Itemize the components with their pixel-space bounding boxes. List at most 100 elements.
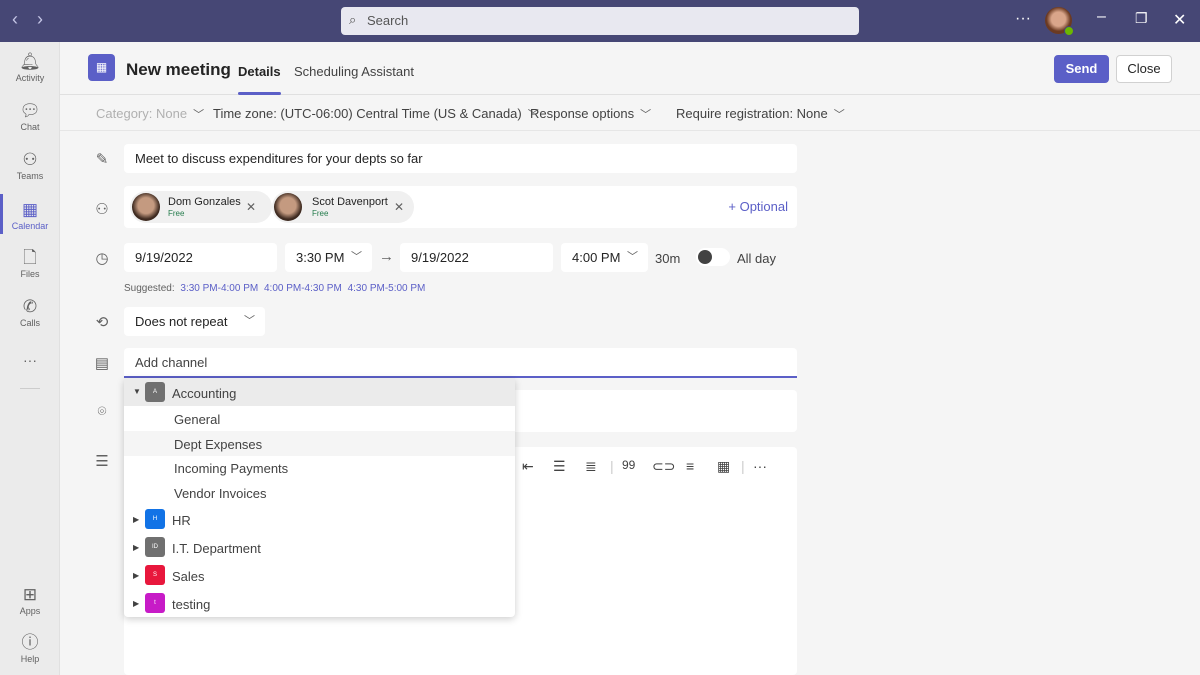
sidebar-item-apps[interactable]: ⊞ Apps <box>0 585 60 616</box>
sidebar-item-files[interactable]: 🗋 Files <box>0 248 60 279</box>
bell-icon: 🔔︎ <box>19 52 41 71</box>
sidebar-item-teams[interactable]: ⚇ Teams <box>0 150 60 181</box>
optional-attendees-link[interactable]: + Optional <box>728 192 788 221</box>
attendee-status: Free <box>168 209 185 218</box>
caret-down-icon: ▼ <box>133 387 141 396</box>
file-icon: 🗋 <box>23 248 37 267</box>
repeat-dropdown[interactable]: Does not repeat ﹀ <box>124 307 265 336</box>
title-bar: ‹ › ⌕ Search ··· – ❐ ✕ <box>0 0 1200 42</box>
decrease-indent-icon[interactable]: ⇤ <box>522 458 534 475</box>
suggested-time-link[interactable]: 4:30 PM-5:00 PM <box>348 283 426 294</box>
forward-icon[interactable]: › <box>37 9 43 30</box>
close-button[interactable]: Close <box>1116 55 1172 83</box>
team-avatar: ID <box>145 537 165 557</box>
add-channel-input[interactable]: Add channel <box>124 348 797 378</box>
details-icon: ☰ <box>95 453 109 470</box>
suggested-time-link[interactable]: 3:30 PM-4:00 PM <box>180 283 258 294</box>
chevron-down-icon: ﹀ <box>627 251 638 263</box>
channel-name: Dept Expenses <box>174 437 263 452</box>
divider <box>60 130 1200 131</box>
bulleted-list-icon[interactable]: ☰ <box>553 458 566 475</box>
channel-item[interactable]: Incoming Payments <box>124 456 515 481</box>
apps-icon: ⊞ <box>22 585 38 604</box>
minimize-icon[interactable]: – <box>1097 8 1106 26</box>
more-formatting-icon[interactable]: ··· <box>753 458 767 474</box>
arrow-right-icon: → <box>379 248 394 265</box>
phone-icon: ✆ <box>22 297 38 316</box>
table-icon[interactable]: ▦ <box>717 458 730 475</box>
back-icon[interactable]: ‹ <box>12 9 18 30</box>
restore-icon[interactable]: ❐ <box>1135 10 1148 27</box>
remove-icon[interactable]: ✕ <box>394 200 404 214</box>
calendar-icon: ▦ <box>21 200 39 219</box>
close-window-icon[interactable]: ✕ <box>1173 10 1186 30</box>
more-apps-button[interactable]: ··· <box>0 352 60 368</box>
tab-scheduling-assistant[interactable]: Scheduling Assistant <box>294 64 414 79</box>
align-icon[interactable]: ≡ <box>686 458 694 474</box>
end-date-input[interactable]: 9/19/2022 <box>400 243 553 272</box>
attendee-status: Free <box>312 209 329 218</box>
channel-item[interactable]: Vendor Invoices <box>124 481 515 506</box>
category-label: Category: None <box>96 106 188 121</box>
caret-right-icon: ▶ <box>133 599 140 608</box>
all-day-toggle[interactable] <box>696 248 730 266</box>
suggested-times: Suggested: 3:30 PM-4:00 PM 4:00 PM-4:30 … <box>124 283 425 294</box>
caret-right-icon: ▶ <box>133 571 140 580</box>
numbered-list-icon[interactable]: ≣ <box>585 458 597 475</box>
sidebar-label: Calendar <box>11 221 49 231</box>
divider: | <box>741 458 745 474</box>
end-time-value: 4:00 PM <box>572 250 621 265</box>
team-avatar: S <box>145 565 165 585</box>
team-avatar: A <box>145 382 165 402</box>
chevron-down-icon: ﹀ <box>351 251 362 263</box>
pencil-icon: ✎ <box>95 151 109 168</box>
more-options-icon[interactable]: ··· <box>1015 10 1031 28</box>
team-item-hr[interactable]: ▶ H HR <box>124 506 515 534</box>
suggested-time-link[interactable]: 4:00 PM-4:30 PM <box>264 283 342 294</box>
channel-icon: ▤ <box>94 355 110 372</box>
timezone-label: Time zone: (UTC-06:00) Central Time (US … <box>213 106 522 121</box>
sidebar-item-calls[interactable]: ✆ Calls <box>0 297 60 328</box>
channel-item[interactable]: Dept Expenses <box>124 431 515 456</box>
category-dropdown[interactable]: Category: None ﹀ <box>96 106 204 122</box>
send-button[interactable]: Send <box>1054 55 1109 83</box>
start-date-input[interactable]: 9/19/2022 <box>124 243 277 272</box>
channel-name: General <box>174 412 221 427</box>
avatar <box>132 193 160 221</box>
help-icon: ⓘ <box>21 633 39 652</box>
search-input[interactable]: ⌕ Search <box>341 7 859 35</box>
tab-details[interactable]: Details <box>238 64 281 95</box>
team-item-sales[interactable]: ▶ S Sales <box>124 562 515 590</box>
channel-name: Vendor Invoices <box>174 486 267 501</box>
search-placeholder: Search <box>367 13 409 28</box>
remove-icon[interactable]: ✕ <box>246 200 256 214</box>
attendee-chip[interactable]: Scot Davenport Free ✕ <box>272 191 414 223</box>
end-time-dropdown[interactable]: 4:00 PM ﹀ <box>561 243 648 272</box>
channel-item[interactable]: General <box>124 406 515 431</box>
link-icon[interactable]: ⊂⊃ <box>652 458 675 475</box>
clock-icon: ◷ <box>95 250 109 267</box>
quote-icon[interactable]: 99 <box>622 458 635 472</box>
meeting-title-input[interactable]: Meet to discuss expenditures for your de… <box>124 144 797 173</box>
sidebar-item-calendar[interactable]: ▦ Calendar <box>0 194 60 234</box>
attendee-name: Scot Davenport <box>312 196 388 208</box>
caret-right-icon: ▶ <box>133 543 140 552</box>
sidebar-item-chat[interactable]: 💬︎ Chat <box>0 101 60 132</box>
team-item-testing[interactable]: ▶ t testing <box>124 590 515 618</box>
user-avatar[interactable] <box>1045 7 1074 36</box>
team-avatar: H <box>145 509 165 529</box>
start-time-value: 3:30 PM <box>296 250 345 265</box>
sidebar-item-activity[interactable]: 🔔︎ Activity <box>0 52 60 83</box>
teams-icon: ⚇ <box>22 150 38 169</box>
team-item-accounting[interactable]: ▼ A Accounting <box>124 378 515 406</box>
team-item-it-department[interactable]: ▶ ID I.T. Department <box>124 534 515 562</box>
sidebar-item-help[interactable]: ⓘ Help <box>0 633 60 664</box>
add-people-icon: ⚇ <box>95 201 109 218</box>
start-time-dropdown[interactable]: 3:30 PM ﹀ <box>285 243 372 272</box>
registration-dropdown[interactable]: Require registration: None ﹀ <box>676 106 845 122</box>
all-day-label: All day <box>737 251 777 266</box>
repeat-icon: ⟲ <box>95 314 109 331</box>
attendee-chip[interactable]: Dom Gonzales Free ✕ <box>130 191 272 223</box>
timezone-dropdown[interactable]: Time zone: (UTC-06:00) Central Time (US … <box>213 106 539 122</box>
response-options-dropdown[interactable]: Response options ﹀ <box>530 106 651 122</box>
